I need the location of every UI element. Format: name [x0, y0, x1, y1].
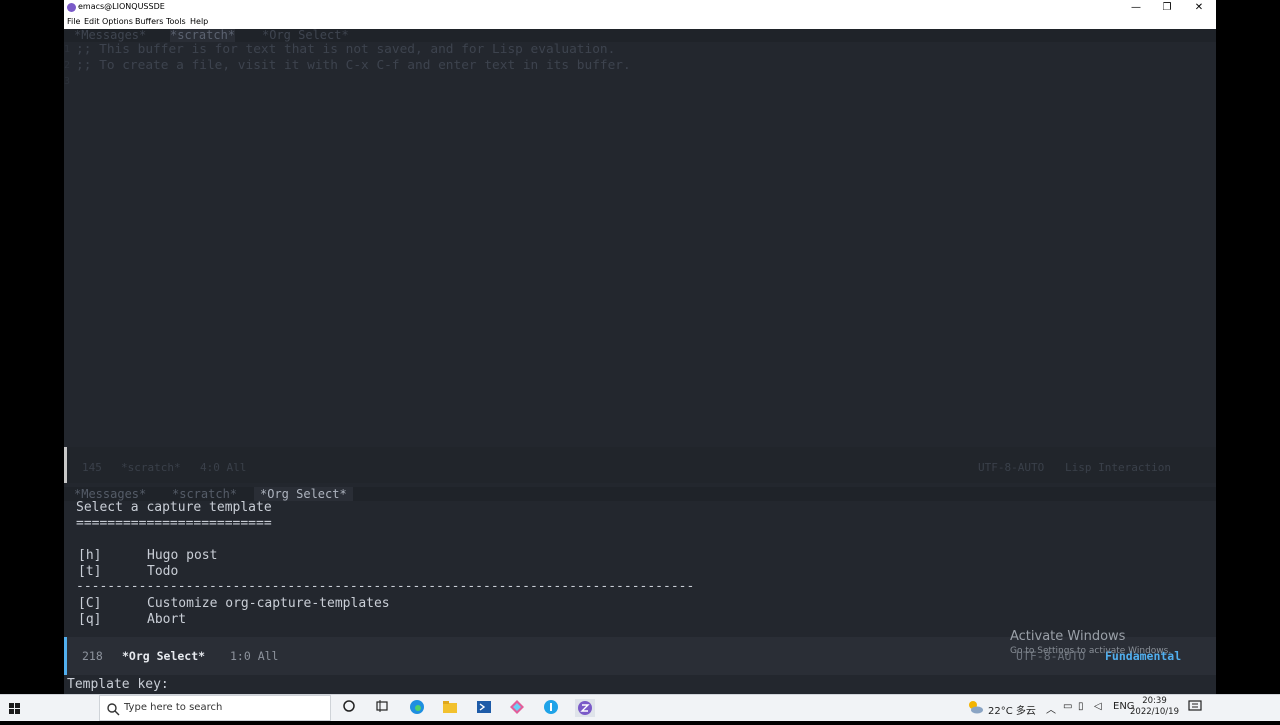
- minibuffer-prompt[interactable]: Template key:: [67, 677, 169, 692]
- mode-line-top: 145 *scratch* 4:0 All UTF-8-AUTO Lisp In…: [64, 447, 1216, 483]
- tab-messages[interactable]: *Messages*: [74, 487, 146, 501]
- task-view-icon[interactable]: [373, 699, 391, 717]
- tab-messages[interactable]: *Messages*: [74, 29, 146, 42]
- restore-button[interactable]: ❐: [1151, 0, 1183, 16]
- separator-line: ----------------------------------------…: [76, 579, 695, 594]
- action-key-customize[interactable]: [C]: [78, 596, 101, 611]
- search-placeholder: Type here to search: [124, 702, 223, 713]
- code-line[interactable]: ;; To create a file, visit it with C-x C…: [76, 58, 631, 73]
- line-number: 2: [64, 60, 71, 71]
- tab-org-select[interactable]: *Org Select*: [254, 487, 353, 501]
- weather-text[interactable]: 22°C 多云: [988, 702, 1036, 717]
- heading-underline: =========================: [76, 516, 272, 531]
- tab-scratch[interactable]: *scratch*: [170, 29, 236, 42]
- notification-icon[interactable]: [1186, 699, 1204, 717]
- code-line[interactable]: ;; This buffer is for text that is not s…: [76, 42, 615, 57]
- action-key-abort[interactable]: [q]: [78, 612, 101, 627]
- clock[interactable]: 20:39 2022/10/19: [1130, 696, 1179, 718]
- watermark-subtitle: Go to Settings to activate Windows.: [1010, 646, 1172, 656]
- buffer-name: *scratch*: [121, 461, 181, 474]
- search-icon: [107, 703, 120, 716]
- cursor-position: 1:0 All: [230, 649, 279, 663]
- mode-line-indicator: [64, 447, 67, 483]
- menu-tools[interactable]: Tools: [166, 17, 186, 26]
- menu-help[interactable]: Help: [190, 17, 208, 26]
- line-number: 3: [64, 76, 71, 87]
- volume-icon[interactable]: ◁: [1094, 701, 1102, 712]
- emacs-icon: [67, 3, 76, 12]
- buffer-name: *Org Select*: [122, 649, 206, 663]
- pc-icon[interactable]: ▯: [1078, 701, 1084, 712]
- menu-options[interactable]: Options: [102, 17, 133, 26]
- tab-line-bottom: *Messages* *scratch* *Org Select*: [64, 487, 1216, 501]
- menu-buffers[interactable]: Buffers: [135, 17, 163, 26]
- clock-time: 20:39: [1142, 696, 1167, 706]
- mode-line-indicator: [64, 637, 67, 675]
- clock-date: 2022/10/19: [1130, 707, 1179, 717]
- activate-windows-watermark: Activate Windows Go to Settings to activ…: [1010, 629, 1210, 656]
- action-label-customize[interactable]: Customize org-capture-templates: [147, 596, 390, 611]
- buffer-size: 145: [82, 461, 102, 474]
- encoding: UTF-8-AUTO: [978, 461, 1045, 474]
- tab-org-select[interactable]: *Org Select*: [262, 29, 349, 42]
- powershell-icon[interactable]: [475, 699, 493, 717]
- window-title: emacs@LIONQUSSDE: [78, 2, 165, 11]
- capture-heading: Select a capture template: [76, 500, 272, 515]
- weather-icon[interactable]: [966, 699, 984, 717]
- chevron-up-icon[interactable]: ︿: [1046, 701, 1056, 716]
- edge-icon[interactable]: [408, 699, 426, 717]
- tab-scratch[interactable]: *scratch*: [172, 487, 237, 501]
- template-key-t[interactable]: [t]: [78, 564, 101, 579]
- windows-icon: [9, 703, 20, 714]
- action-label-abort[interactable]: Abort: [147, 612, 186, 627]
- buffer-size: 218: [82, 649, 103, 663]
- emacs-window: emacs@LIONQUSSDE — ❐ ✕ File Edit Options…: [64, 0, 1216, 694]
- watermark-title: Activate Windows: [1010, 629, 1126, 644]
- app-icon-blue[interactable]: [542, 699, 560, 717]
- tab-line-top: *Messages* *scratch* *Org Select*: [64, 29, 1216, 42]
- line-number: 1: [64, 44, 71, 55]
- cortana-icon[interactable]: [340, 699, 358, 717]
- file-explorer-icon[interactable]: [441, 699, 459, 717]
- start-button[interactable]: [0, 695, 28, 721]
- taskbar: Type here to search 22°C 多云 ︿ ▭ ▯ ◁ ENG …: [0, 694, 1280, 721]
- menu-edit[interactable]: Edit: [84, 17, 100, 26]
- cursor-position: 4:0 All: [200, 461, 247, 474]
- taskbar-search[interactable]: Type here to search: [99, 695, 331, 721]
- close-button[interactable]: ✕: [1183, 0, 1215, 16]
- major-mode: Lisp Interaction: [1065, 461, 1171, 474]
- emacs-taskbar-icon[interactable]: [575, 699, 595, 717]
- template-label-hugo[interactable]: Hugo post: [147, 548, 217, 563]
- template-key-h[interactable]: [h]: [78, 548, 101, 563]
- app-icon-colorful[interactable]: [508, 699, 526, 717]
- title-bar[interactable]: emacs@LIONQUSSDE — ❐ ✕: [64, 0, 1216, 16]
- template-label-todo[interactable]: Todo: [147, 564, 178, 579]
- network-icon[interactable]: ▭: [1063, 701, 1072, 712]
- menu-bar: File Edit Options Buffers Tools Help: [64, 16, 1216, 29]
- menu-file[interactable]: File: [67, 17, 80, 26]
- minimize-button[interactable]: —: [1120, 0, 1152, 16]
